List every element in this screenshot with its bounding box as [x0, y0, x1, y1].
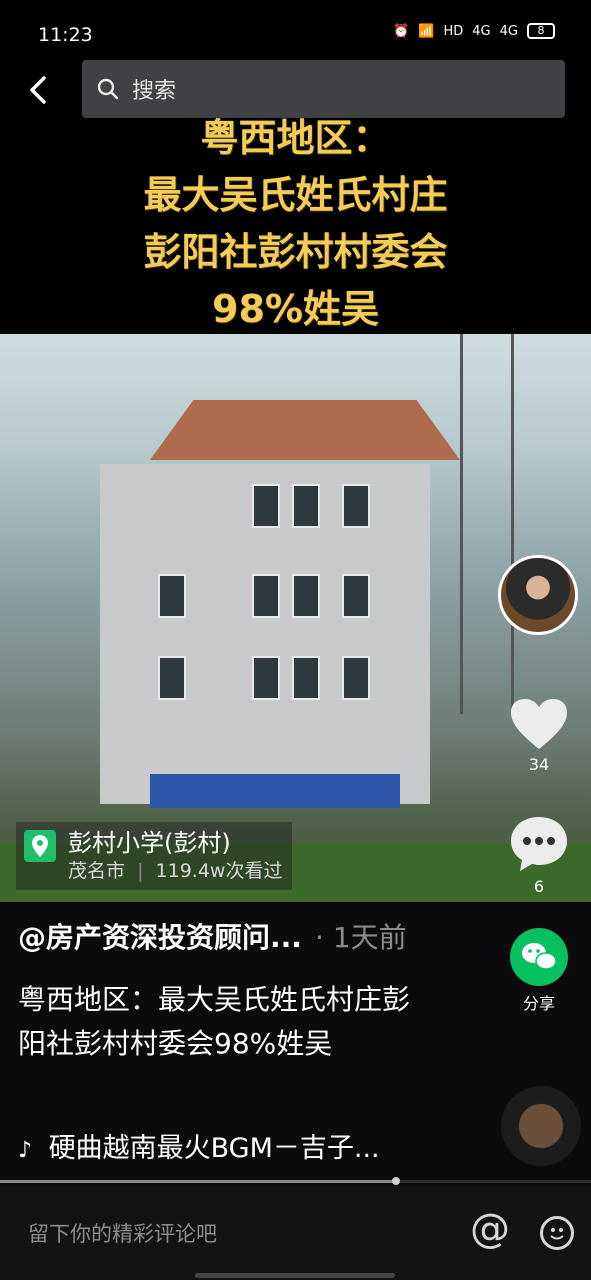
- caption-line: 98%姓吴: [212, 287, 379, 331]
- music-disc[interactable]: [501, 1086, 581, 1166]
- window-shape: [342, 656, 370, 700]
- signal-icon-1: 4G: [472, 23, 491, 39]
- comment-bar: 留下你的精彩评论吧 @: [0, 1186, 591, 1280]
- author-avatar[interactable]: [498, 555, 578, 635]
- video-caption: 粤西地区： 最大吴氏姓氏村庄 彭阳社彭村村委会 98%姓吴: [0, 110, 591, 338]
- blue-tent-shape: [150, 774, 400, 808]
- window-shape: [252, 484, 280, 528]
- roof-shape: [150, 400, 460, 460]
- view-count: 119.4w次看过: [155, 860, 283, 882]
- search-icon: [97, 78, 119, 100]
- location-meta: 茂名市 | 119.4w次看过: [68, 858, 282, 884]
- battery-icon: 8: [527, 23, 555, 39]
- comment-input[interactable]: 留下你的精彩评论吧: [28, 1218, 217, 1248]
- video-player[interactable]: 粤西地区： 最大吴氏姓氏村庄 彭阳社彭村村委会 98%姓吴: [0, 52, 591, 902]
- like-count: 34: [528, 755, 550, 774]
- location-city: 茂名市: [68, 860, 126, 882]
- window-shape: [252, 574, 280, 618]
- divider: |: [137, 860, 144, 882]
- hd-label: HD: [443, 23, 464, 39]
- status-time: 11:23: [38, 24, 93, 46]
- progress-handle[interactable]: [391, 1177, 400, 1185]
- wifi-icon: 📶: [418, 23, 435, 39]
- location-pin-icon: [24, 830, 56, 862]
- window-shape: [158, 574, 186, 618]
- top-bar: 搜索: [0, 52, 591, 128]
- post-description: 粤西地区：最大吴氏姓氏村庄彭阳社彭村村委会98%姓吴: [18, 983, 411, 1060]
- mention-button[interactable]: @: [470, 1206, 510, 1252]
- smiley-icon: [550, 1228, 564, 1240]
- wechat-icon: [510, 928, 568, 986]
- alarm-icon: ⏰: [393, 23, 410, 39]
- window-shape: [292, 656, 320, 700]
- share-button[interactable]: 分享: [497, 928, 581, 1014]
- comment-count: 6: [533, 877, 545, 896]
- music-info[interactable]: ♪ 硬曲越南最火BGM－吉子...: [18, 1126, 380, 1165]
- music-note-icon: ♪: [18, 1138, 33, 1163]
- status-icons: ⏰ 📶 HD 4G 4G 8: [393, 23, 555, 39]
- heart-icon: [511, 699, 567, 749]
- window-shape: [292, 574, 320, 618]
- home-indicator[interactable]: [195, 1273, 395, 1278]
- window-shape: [252, 656, 280, 700]
- post-time: · 1天前: [315, 921, 407, 954]
- share-label: 分享: [522, 994, 555, 1013]
- progress-fill: [0, 1177, 400, 1185]
- post-info: @房产资深投资顾问... · 1天前 粤西地区：最大吴氏姓氏村庄彭阳社彭村村委会…: [18, 916, 488, 1066]
- search-placeholder: 搜索: [132, 79, 177, 104]
- location-tag[interactable]: 彭村小学(彭村) 茂名市 | 119.4w次看过: [16, 822, 293, 890]
- back-button[interactable]: [22, 70, 56, 110]
- caption-line: 彭阳社彭村村委会: [143, 230, 448, 274]
- author-name[interactable]: @房产资深投资顾问...: [18, 921, 302, 954]
- window-shape: [158, 656, 186, 700]
- like-button[interactable]: 34: [497, 697, 581, 774]
- window-shape: [342, 484, 370, 528]
- comment-icon: [511, 817, 567, 871]
- location-name: 彭村小学(彭村): [68, 829, 231, 857]
- music-title: 硬曲越南最火BGM－吉子...: [48, 1133, 380, 1164]
- video-progress-bar[interactable]: [0, 1177, 591, 1185]
- window-shape: [292, 484, 320, 528]
- comment-button[interactable]: 6: [497, 815, 581, 896]
- signal-icon-2: 4G: [499, 23, 518, 39]
- search-bar[interactable]: 搜索: [82, 60, 565, 118]
- caption-line: 最大吴氏姓氏村庄: [143, 173, 448, 217]
- emoji-button[interactable]: [540, 1216, 574, 1250]
- back-arrow-icon: [30, 76, 46, 104]
- crane-shape: [460, 334, 514, 714]
- window-shape: [342, 574, 370, 618]
- status-bar: 11:23 ⏰ 📶 HD 4G 4G 8: [0, 0, 591, 52]
